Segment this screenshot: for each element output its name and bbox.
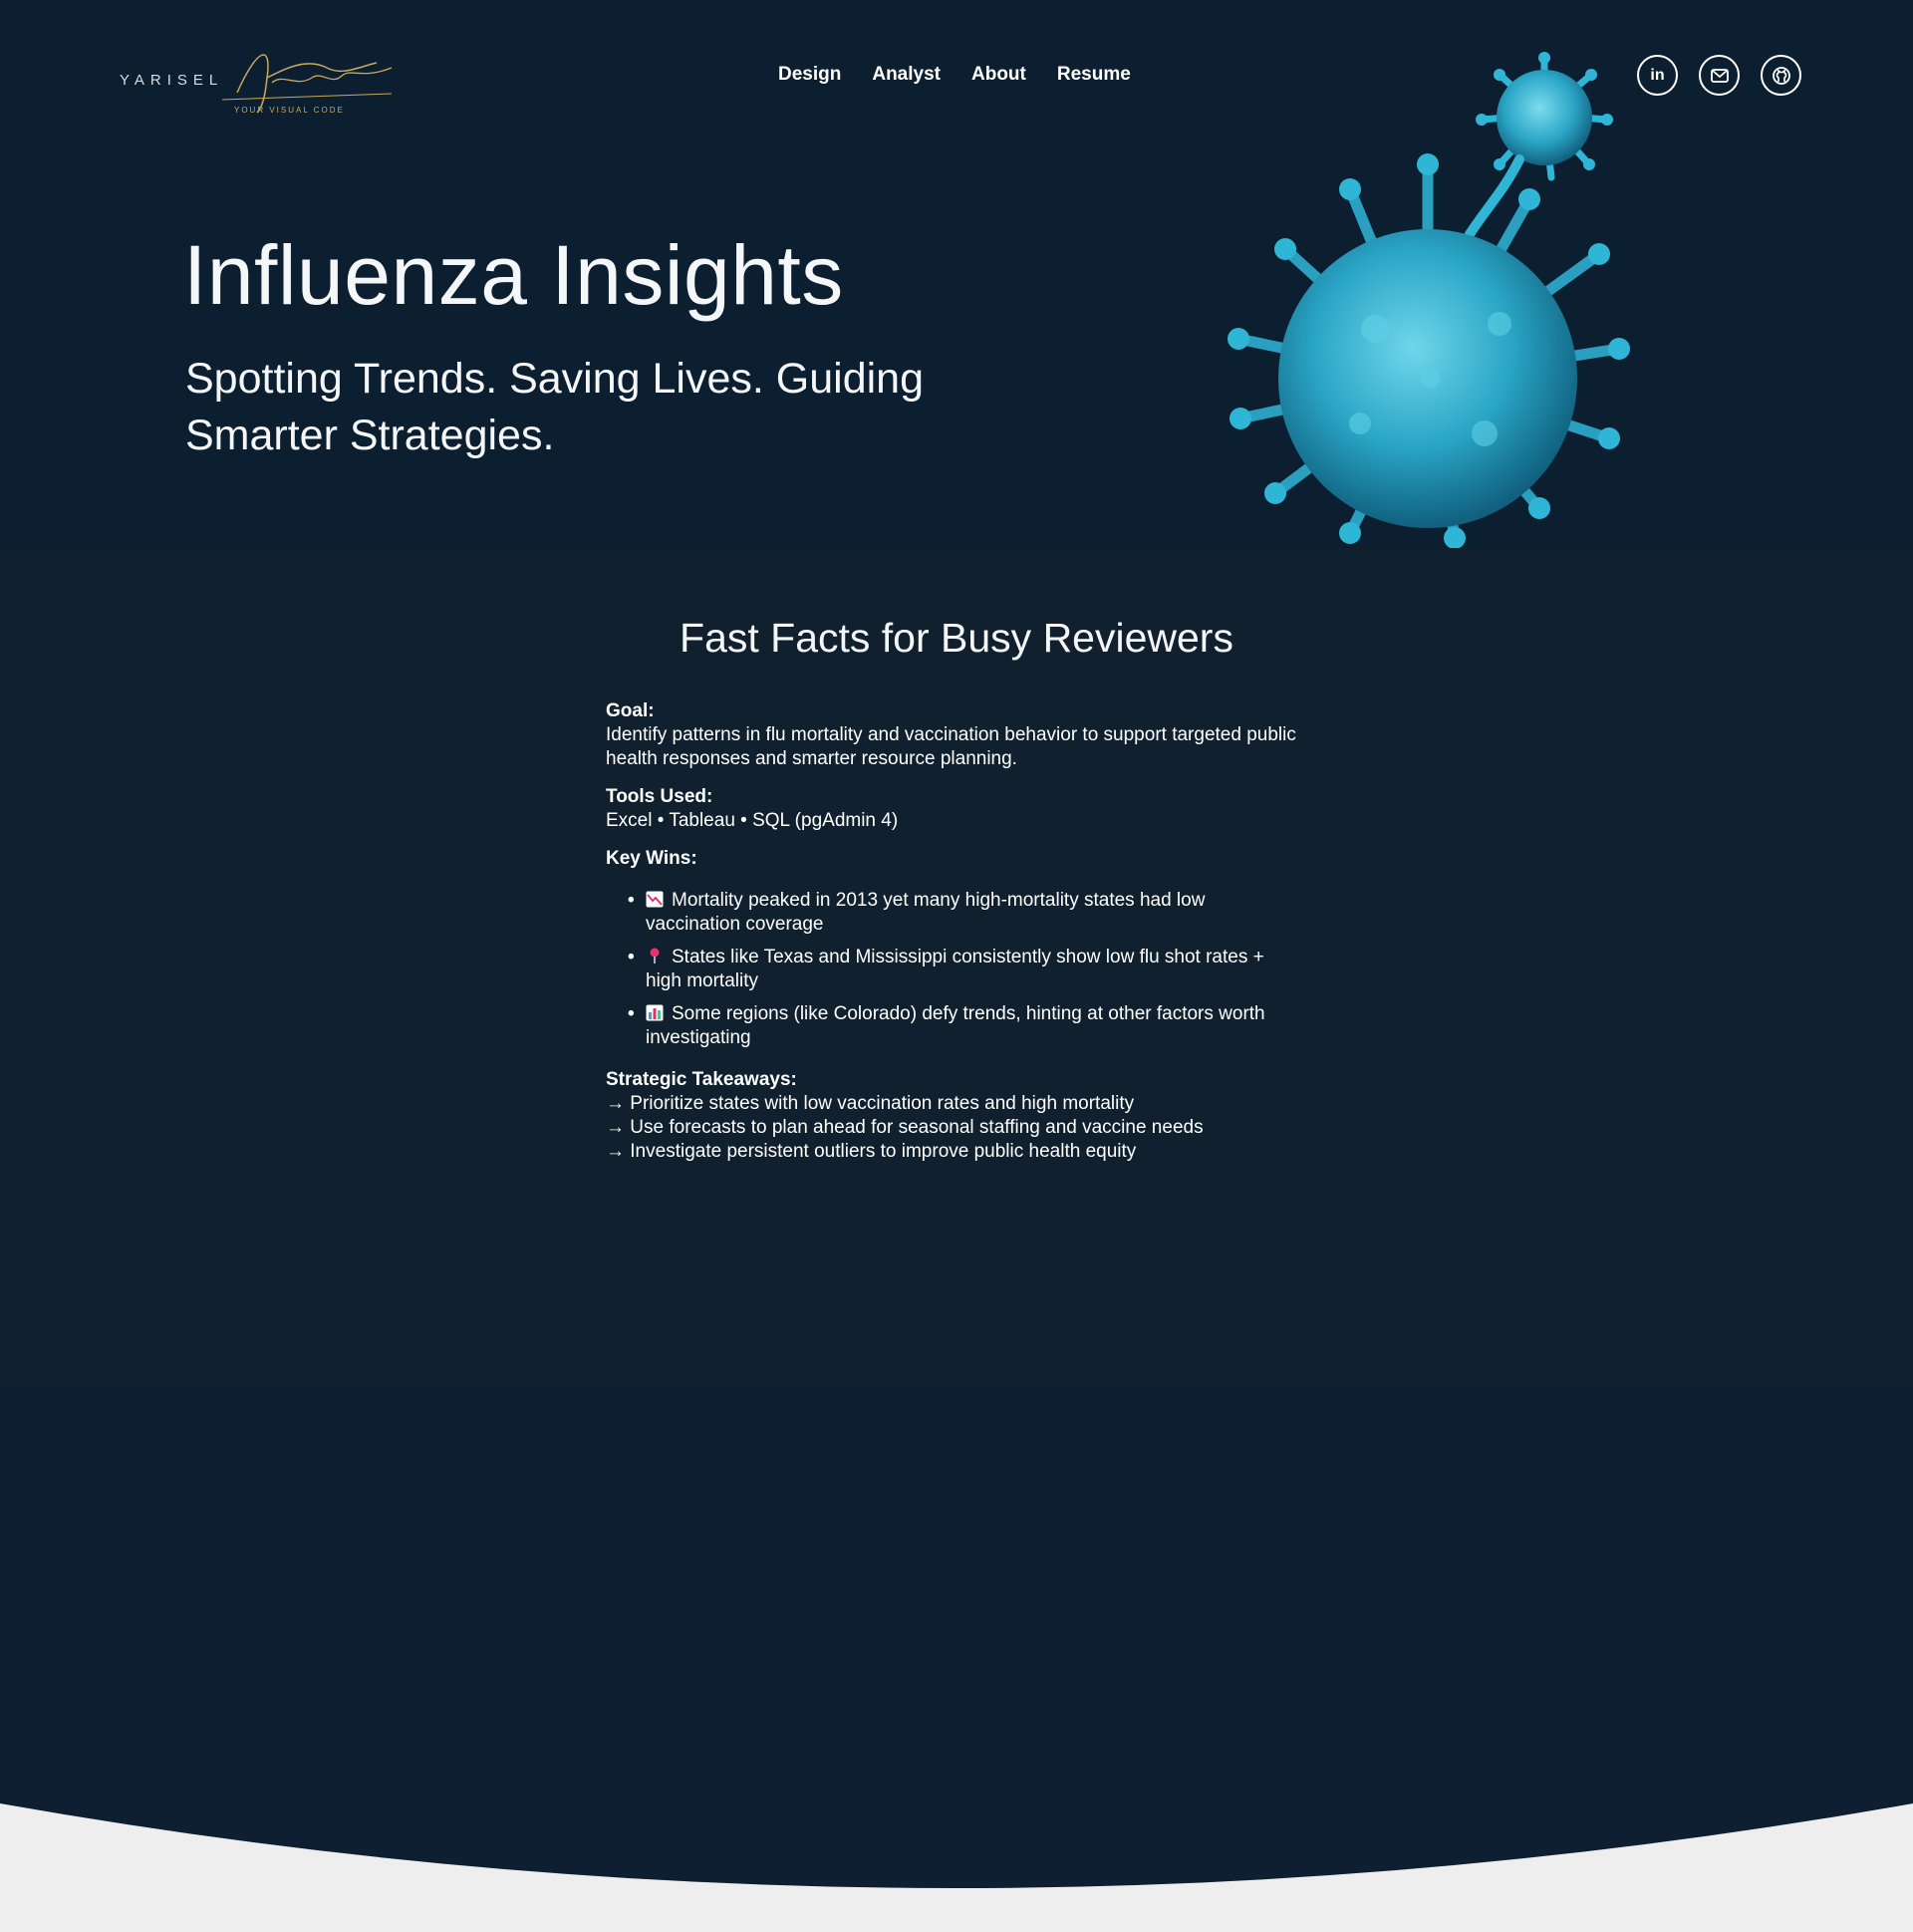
nav-item-resume[interactable]: Resume	[1057, 64, 1131, 86]
list-item: • Some regions (like Colorado) defy tren…	[606, 1002, 1303, 1050]
section-divider-curve	[0, 1803, 1913, 1932]
bullet: •	[628, 890, 635, 911]
list-item: • Mortality peaked in 2013 yet many high…	[606, 889, 1303, 937]
pin-icon	[650, 948, 660, 964]
goal-block: Goal: Identify patterns in flu mortality…	[606, 699, 1303, 771]
tools-text: Excel • Tableau • SQL (pgAdmin 4)	[606, 810, 899, 831]
takeaway-item: → Prioritize states with low vaccination…	[606, 1093, 1135, 1114]
nav-item-design[interactable]: Design	[778, 64, 841, 86]
facts-body: Goal: Identify patterns in flu mortality…	[606, 699, 1303, 1164]
takeaway-item: → Investigate persistent outliers to imp…	[606, 1141, 1137, 1162]
brand-tagline: YOUR VISUAL CODE	[234, 106, 345, 115]
goal-text: Identify patterns in flu mortality and v…	[606, 724, 1296, 769]
github-icon[interactable]	[1761, 55, 1801, 96]
mail-icon[interactable]	[1699, 55, 1740, 96]
facts-heading: Fast Facts for Busy Reviewers	[680, 615, 1233, 661]
takeaways-label: Strategic Takeaways:	[606, 1069, 797, 1090]
wins-block: Key Wins: • Mortality peaked in 2013 yet…	[606, 847, 1303, 1050]
wins-list: • Mortality peaked in 2013 yet many high…	[606, 889, 1303, 1050]
chart-down-icon	[646, 891, 664, 908]
win-text: States like Texas and Mississippi consis…	[646, 947, 1264, 991]
win-text: Mortality peaked in 2013 yet many high-m…	[646, 890, 1206, 935]
bullet: •	[628, 947, 635, 967]
tools-label: Tools Used:	[606, 786, 713, 807]
page-title: Influenza Insights	[183, 228, 844, 322]
nav-item-analyst[interactable]: Analyst	[872, 64, 941, 86]
nav-item-about[interactable]: About	[971, 64, 1026, 86]
win-text: Some regions (like Colorado) defy trends…	[646, 1003, 1265, 1048]
goal-label: Goal:	[606, 700, 655, 721]
bullet: •	[628, 1003, 635, 1024]
social-links: in	[1637, 55, 1801, 96]
fast-facts-section: Fast Facts for Busy Reviewers Goal: Iden…	[0, 548, 1913, 1932]
hero-section: YARISEL YOUR VISUAL CODE Design Analyst …	[0, 0, 1913, 548]
bar-chart-icon	[646, 1004, 664, 1021]
envelope-glyph	[1710, 68, 1729, 83]
virus-illustration	[1228, 52, 1630, 548]
tools-block: Tools Used: Excel • Tableau • SQL (pgAdm…	[606, 785, 1303, 833]
brand-first-name: YARISEL	[120, 72, 224, 89]
takeaway-item: → Use forecasts to plan ahead for season…	[606, 1117, 1204, 1138]
main-nav: Design Analyst About Resume	[778, 64, 1162, 86]
list-item: • States like Texas and Mississippi cons…	[606, 946, 1303, 993]
page-subtitle: Spotting Trends. Saving Lives. Guiding S…	[185, 355, 924, 459]
brand-logo[interactable]: YARISEL YOUR VISUAL CODE	[120, 38, 393, 120]
takeaways-block: Strategic Takeaways: → Prioritize states…	[606, 1068, 1303, 1164]
github-glyph	[1772, 66, 1790, 85]
wins-label: Key Wins:	[606, 848, 697, 869]
